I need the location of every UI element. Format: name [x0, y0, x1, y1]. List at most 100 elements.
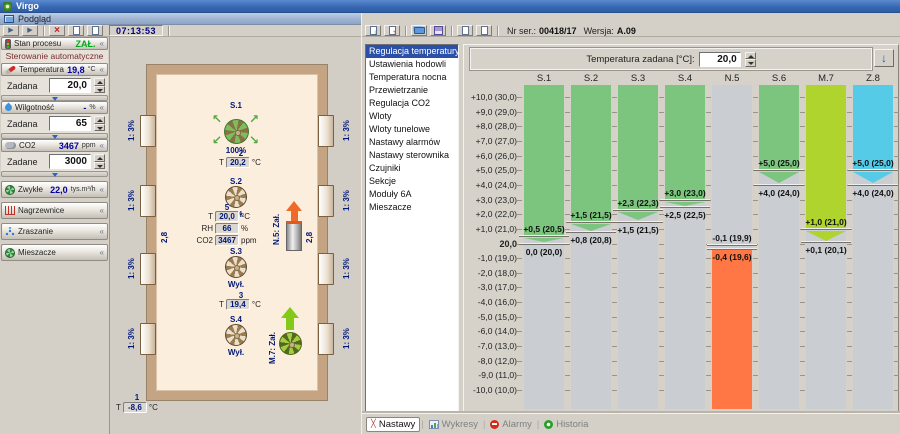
bar-marker-line[interactable]	[754, 169, 804, 171]
tick-dash	[800, 200, 805, 201]
wilgotno-setpoint-input[interactable]	[49, 116, 91, 131]
menu-item-wloty-tunelowe[interactable]: Wloty tunelowe	[366, 123, 458, 136]
spinner-down-button[interactable]	[94, 86, 105, 94]
bar-marker-line[interactable]	[613, 221, 663, 223]
bar-marker-line[interactable]	[801, 241, 851, 243]
tick-dash	[894, 331, 899, 332]
temperatura-setpoint-input[interactable]	[49, 78, 91, 93]
tick-dash	[612, 390, 617, 391]
section-header-wilgotno[interactable]: Wilgotność-%«	[1, 101, 108, 114]
bar-marker-line[interactable]	[613, 209, 663, 211]
bottom-tabbar: ╳Nastawy|Wykresy|Alarmy|Historia	[362, 413, 900, 434]
section-unit: °C	[88, 66, 96, 73]
chimney-icon[interactable]	[286, 221, 302, 251]
menu-item-regulacja-temperatury[interactable]: Regulacja temperatury	[366, 45, 458, 58]
section-expander[interactable]	[1, 171, 108, 177]
section-header-temperatura[interactable]: Temperatura19,8°C«	[1, 63, 108, 76]
bar-marker-line[interactable]	[660, 199, 710, 201]
section-expander[interactable]	[1, 95, 108, 101]
section-expander[interactable]	[1, 133, 108, 139]
collapse-chevron-icon[interactable]: «	[100, 103, 104, 112]
copy-button[interactable]	[457, 25, 473, 36]
menu-item-nastawy-alarm-w[interactable]: Nastawy alarmów	[366, 136, 458, 149]
menu-item-nastawy-sterownika[interactable]: Nastawy sterownika	[366, 149, 458, 162]
tab-alarmy[interactable]: Alarmy	[486, 418, 536, 431]
setpoint-input[interactable]	[699, 52, 741, 67]
open-button[interactable]	[411, 25, 427, 36]
settings-menu: Regulacja temperaturyUstawienia hodowliT…	[365, 44, 459, 414]
bar-marker-line[interactable]	[848, 169, 898, 171]
bar-marker-line[interactable]	[519, 243, 569, 245]
y-axis-tick: +4,0 (24,0)	[464, 180, 517, 190]
copy-button[interactable]	[68, 25, 84, 36]
section-header-mieszacze[interactable]: Mieszacze«	[1, 244, 108, 261]
bar-marker-line[interactable]	[754, 184, 804, 186]
bar-upper-label: +5,0 (25,0)	[845, 158, 900, 168]
apply-setpoint-button[interactable]: ↓	[874, 49, 894, 67]
sensor-3-temp: 19,4	[226, 299, 250, 310]
bar-marker-line[interactable]	[848, 184, 898, 186]
paste-button[interactable]	[476, 25, 492, 36]
menu-item-regulacja-co2[interactable]: Regulacja CO2	[366, 97, 458, 110]
section-header-zwyk-e[interactable]: Zwykłe22,0tys.m³/h«	[1, 181, 108, 198]
bar-marker-line[interactable]	[707, 244, 757, 246]
fan-s1-icon[interactable]	[224, 119, 249, 144]
menu-item-temperatura-nocna[interactable]: Temperatura nocna	[366, 71, 458, 84]
bar-marker-line[interactable]	[519, 235, 569, 237]
collapse-chevron-icon[interactable]: «	[100, 65, 104, 74]
menu-item-przewietrzanie[interactable]: Przewietrzanie	[366, 84, 458, 97]
menu-item-wloty[interactable]: Wloty	[366, 110, 458, 123]
tick-dash	[517, 331, 522, 332]
bar-marker-line[interactable]	[566, 221, 616, 223]
tick-dash	[659, 346, 664, 347]
spinner-up-button[interactable]	[94, 116, 105, 124]
fan-s3-icon[interactable]	[225, 256, 247, 278]
menu-item-ustawienia-hodowli[interactable]: Ustawienia hodowli	[366, 58, 458, 71]
bar-marker-line[interactable]	[660, 206, 710, 208]
tab-nastawy[interactable]: ╳Nastawy	[366, 417, 420, 432]
menu-item-czujniki[interactable]: Czujniki	[366, 162, 458, 175]
collapse-chevron-icon[interactable]: «	[100, 227, 104, 236]
sensor-5-temp: 20,0	[215, 211, 239, 222]
paste-button[interactable]	[87, 25, 103, 36]
tab-wykresy[interactable]: Wykresy	[425, 418, 482, 431]
mixer-m7-icon[interactable]	[279, 332, 302, 355]
collapse-chevron-icon[interactable]: «	[100, 206, 104, 215]
co2-setpoint-input[interactable]	[49, 154, 91, 169]
section-header-nagrzewnice[interactable]: Nagrzewnice«	[1, 202, 108, 219]
section-unit: ppm	[82, 142, 96, 149]
spinner-up-button[interactable]	[745, 52, 756, 60]
spinner-down-button[interactable]	[94, 124, 105, 132]
tools-button[interactable]: ×	[49, 25, 65, 36]
menu-item-modu-y-6a[interactable]: Moduły 6A	[366, 188, 458, 201]
section-header-co2[interactable]: CO23467ppm«	[1, 139, 108, 152]
save-button[interactable]	[430, 25, 446, 36]
bar-marker-line[interactable]	[566, 231, 616, 233]
collapse-chevron-icon[interactable]: «	[100, 185, 104, 194]
view-mode-button-1[interactable]: ▶	[3, 25, 19, 36]
collapse-chevron-icon[interactable]: «	[100, 141, 104, 150]
monitor-icon	[4, 15, 14, 23]
spinner-up-button[interactable]	[94, 78, 105, 86]
bar-marker-line[interactable]	[801, 228, 851, 230]
bar-marker-line[interactable]	[707, 248, 757, 250]
spinner-down-button[interactable]	[94, 162, 105, 170]
read-settings-button[interactable]: ↓	[365, 25, 381, 36]
spinner-down-button[interactable]	[745, 59, 756, 67]
setpoint-spinner	[745, 52, 756, 67]
tab-historia[interactable]: Historia	[540, 418, 592, 431]
view-mode-button-2[interactable]: ▶	[22, 25, 38, 36]
collapse-chevron-icon[interactable]: «	[100, 248, 104, 257]
fan-s4-icon[interactable]	[225, 324, 247, 346]
nastawy-toolbar: ↓ ↑ Nr ser.: 00418/17 Wersja: A.09	[362, 25, 900, 37]
sensor-2-temp: 20,2	[226, 157, 250, 168]
bar-fill-s-2	[571, 85, 611, 222]
spinner-up-button[interactable]	[94, 154, 105, 162]
podglad-titlebar[interactable]: Podgląd	[0, 13, 361, 25]
menu-item-sekcje[interactable]: Sekcje	[366, 175, 458, 188]
collapse-chevron-icon[interactable]: «	[100, 39, 104, 48]
menu-item-mieszacze[interactable]: Mieszacze	[366, 201, 458, 214]
write-settings-button[interactable]: ↑	[384, 25, 400, 36]
section-header-stan-procesu[interactable]: Stan procesuZAŁ.«	[1, 37, 108, 50]
section-header-zraszanie[interactable]: Zraszanie«	[1, 223, 108, 240]
